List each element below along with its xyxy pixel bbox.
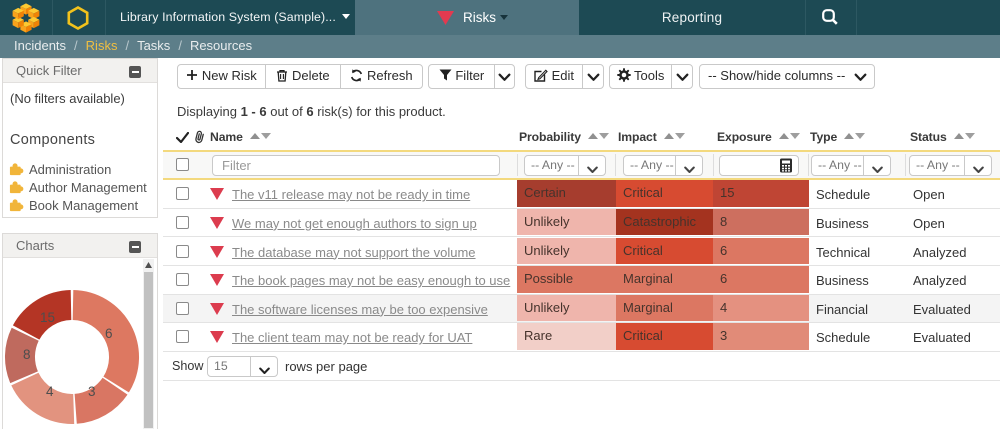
svg-text:15: 15 <box>40 310 55 325</box>
svg-text:8: 8 <box>23 347 31 362</box>
svg-text:3: 3 <box>88 384 96 399</box>
svg-text:4: 4 <box>46 384 54 399</box>
svg-text:6: 6 <box>105 326 113 341</box>
